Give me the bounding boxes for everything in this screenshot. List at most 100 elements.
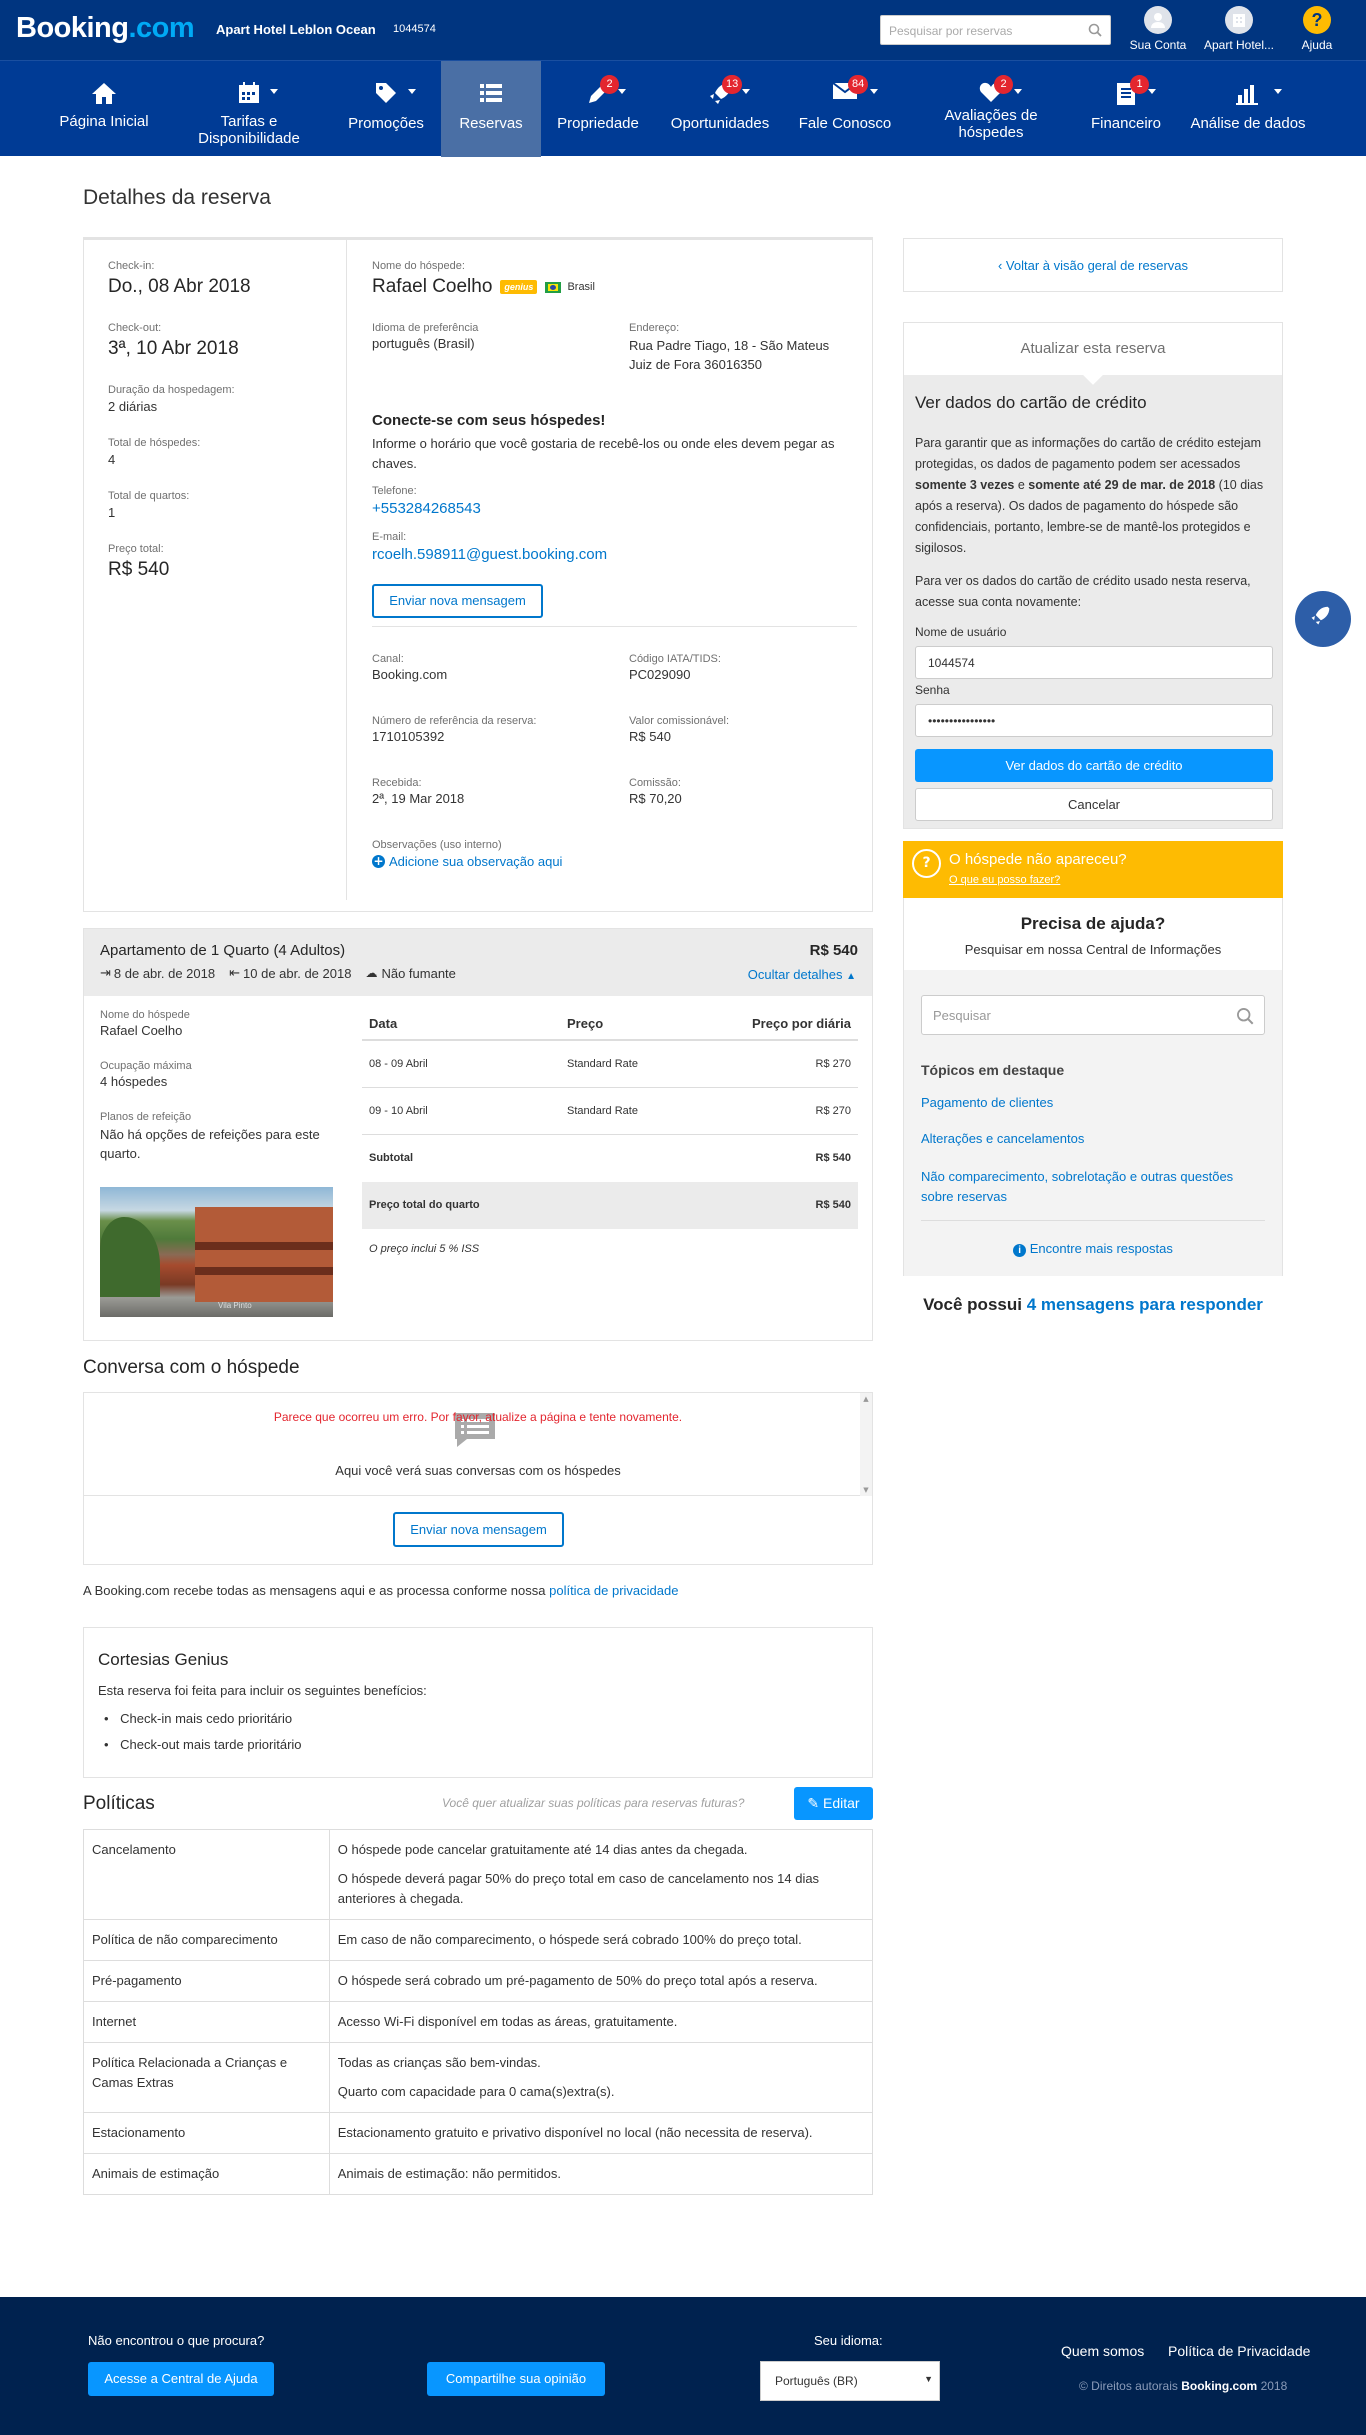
no-smoking-icon: ☁ xyxy=(365,966,378,980)
privacy-text: A Booking.com recebe todas as mensagens … xyxy=(83,1583,550,1598)
occupancy-label: Ocupação máxima xyxy=(100,1060,192,1072)
rocket-fab[interactable] xyxy=(1295,591,1351,647)
commissionable-label: Valor comissionável: xyxy=(629,715,730,727)
nav-home[interactable]: Página Inicial xyxy=(40,61,168,157)
conversation-send-button[interactable]: Enviar nova mensagem xyxy=(393,1512,564,1547)
guest-name: Rafael Coelho xyxy=(372,276,493,297)
card-login-text: Para ver os dados do cartão de crédito u… xyxy=(915,574,1251,609)
search-icon[interactable] xyxy=(1236,1007,1254,1025)
topic-link[interactable]: Alterações e cancelamentos xyxy=(921,1131,1084,1146)
checkout-date: 3ª, 10 Abr 2018 xyxy=(108,338,239,359)
nav-promotions[interactable]: Promoções xyxy=(334,61,438,157)
username-field[interactable]: 1044574 xyxy=(915,646,1273,679)
meal-value: Não há opções de refeições para este qua… xyxy=(100,1127,320,1161)
hotel-avatar-icon xyxy=(1225,6,1253,34)
help-search-input[interactable]: Pesquisar xyxy=(921,995,1265,1035)
messages-link[interactable]: 4 mensagens para responder xyxy=(1027,1295,1263,1314)
topic-link[interactable]: Não comparecimento, sobrelotação e outra… xyxy=(921,1167,1265,1207)
iata-label: Código IATA/TIDS: xyxy=(629,653,721,665)
search-icon[interactable] xyxy=(1088,23,1102,37)
guest-email-link[interactable]: rcoelh.598911@guest.booking.com xyxy=(372,546,607,563)
notification-badge: 84 xyxy=(848,75,869,94)
address-line-1: Rua Padre Tiago, 18 - São Mateus xyxy=(629,338,830,353)
subtotal-value: R$ 540 xyxy=(815,1152,851,1164)
hotel-menu[interactable]: Apart Hotel... xyxy=(1196,6,1282,52)
policy-line: Quarto com capacidade para 0 cama(s)extr… xyxy=(337,2084,615,2099)
copyright-text: © Direitos autorais xyxy=(1079,2379,1182,2393)
nav-reservations[interactable]: Reservas xyxy=(441,61,541,157)
hide-details-link[interactable]: Ocultar detalhes ▲ xyxy=(748,967,856,982)
help-title: Precisa de ajuda? xyxy=(1020,914,1166,933)
room-photo[interactable]: Vila Pinto xyxy=(100,1187,333,1317)
nav-opportunities[interactable]: 13 Oportunidades xyxy=(660,61,780,157)
commissionable-value: R$ 540 xyxy=(629,729,671,744)
policy-detail: Em caso de não comparecimento, o hóspede… xyxy=(328,1919,874,1961)
privacy-link[interactable]: Política de Privacidade xyxy=(1168,2343,1310,2359)
conversation-title: Conversa com o hóspede xyxy=(83,1357,300,1378)
noshow-link[interactable]: O que eu posso fazer? xyxy=(949,874,1060,886)
edit-policies-button[interactable]: ✎ Editar xyxy=(794,1787,873,1820)
genius-title: Cortesias Genius xyxy=(98,1650,229,1669)
guest-name-label: Nome do hóspede: xyxy=(372,260,465,272)
username-label: Nome de usuário xyxy=(915,625,1007,639)
nav-contact[interactable]: 84 Fale Conosco xyxy=(790,61,900,157)
topic-link[interactable]: Pagamento de clientes xyxy=(921,1095,1053,1110)
conversation-panel: ▲ ▼ Parece que ocorreu um erro. Por favo… xyxy=(83,1392,873,1565)
address-label: Endereço: xyxy=(629,322,680,334)
language-select[interactable]: Português (BR) ▼ xyxy=(760,2361,940,2401)
policy-name: Animais de estimação xyxy=(83,2153,330,2195)
room-title: Apartamento de 1 Quarto (4 Adultos) xyxy=(100,942,346,959)
home-icon xyxy=(92,83,116,104)
nav-finance[interactable]: 1 Financeiro xyxy=(1080,61,1172,157)
brazil-flag-icon xyxy=(545,281,562,293)
notification-badge: 1 xyxy=(1130,75,1149,94)
iata-block: Código IATA/TIDS: PC029090 xyxy=(629,653,721,682)
edit-label: Editar xyxy=(823,1795,860,1811)
more-answers-link[interactable]: i Encontre mais respostas xyxy=(904,1241,1282,1257)
help-subtitle: Pesquisar em nossa Central de Informaçõe… xyxy=(964,942,1222,957)
nav-rates-availability[interactable]: Tarifas e Disponibilidade xyxy=(185,61,313,157)
chevron-down-icon xyxy=(1148,89,1156,94)
password-field[interactable]: •••••••••••••••• xyxy=(915,704,1273,737)
add-note-text: Adicione sua observação aqui xyxy=(389,854,563,869)
table-row: Pré-pagamento O hóspede será cobrado um p… xyxy=(83,1960,874,2002)
back-to-overview-link[interactable]: ‹ Voltar à visão geral de reservas xyxy=(904,258,1282,273)
nav-reviews[interactable]: 2 Avaliações de hóspedes xyxy=(926,61,1056,157)
row-price: R$ 270 xyxy=(815,1058,851,1070)
table-row: Estacionamento Estacionamento gratuito e … xyxy=(83,2112,874,2154)
chevron-down-icon xyxy=(270,89,278,94)
chevron-down-icon xyxy=(408,89,416,94)
policy-line: O hóspede pode cancelar gratuitamente at… xyxy=(337,1842,748,1857)
cancel-button[interactable]: Cancelar xyxy=(915,788,1273,821)
page-title: Detalhes da reserva xyxy=(83,186,271,209)
scrollbar[interactable]: ▲ ▼ xyxy=(860,1393,872,1496)
guest-phone-link[interactable]: +553284268543 xyxy=(372,500,481,517)
nav-analytics[interactable]: Análise de dados xyxy=(1184,61,1312,157)
about-link[interactable]: Quem somos xyxy=(1061,2343,1144,2359)
policy-name: Política de não comparecimento xyxy=(83,1919,330,1961)
total-row: Preço total do quarto R$ 540 xyxy=(362,1182,858,1229)
send-message-button[interactable]: Enviar nova mensagem xyxy=(372,584,543,618)
share-feedback-button[interactable]: Compartilhe sua opinião xyxy=(427,2362,605,2396)
room-smoking: Não fumante xyxy=(381,965,456,981)
help-panel: Precisa de ajuda? Pesquisar em nossa Cen… xyxy=(903,898,1283,1276)
privacy-policy-link[interactable]: política de privacidade xyxy=(549,1583,678,1598)
nav-property[interactable]: 2 Propriedade xyxy=(548,61,648,157)
noshow-banner[interactable]: ? O hóspede não apareceu? O que eu posso… xyxy=(903,841,1283,898)
room-guest-info: Nome do hóspede Rafael Coelho Ocupação m… xyxy=(100,1009,340,1163)
help-center-button[interactable]: Acesse a Central de Ajuda xyxy=(88,2362,274,2396)
help-menu[interactable]: ? Ajuda xyxy=(1290,6,1344,52)
table-row: 09 - 10 Abril Standard Rate R$ 270 xyxy=(362,1088,858,1135)
chevron-down-icon xyxy=(742,89,750,94)
occupancy-value: 4 hóspedes xyxy=(100,1074,168,1089)
policy-line: O hóspede deverá pagar 50% do preço tota… xyxy=(337,1871,820,1906)
add-note-link[interactable]: + Adicione sua observação aqui xyxy=(372,854,562,869)
room-header xyxy=(84,929,872,996)
view-card-button[interactable]: Ver dados do cartão de crédito xyxy=(915,749,1273,782)
account-menu[interactable]: Sua Conta xyxy=(1124,6,1192,52)
received-block: Recebida: 2ª, 19 Mar 2018 xyxy=(372,777,464,806)
building-shape xyxy=(195,1207,333,1302)
booking-logo[interactable]: Booking.com xyxy=(16,12,195,45)
reservation-search-input[interactable]: Pesquisar por reservas xyxy=(880,15,1111,45)
photo-caption: Vila Pinto xyxy=(218,1301,252,1310)
